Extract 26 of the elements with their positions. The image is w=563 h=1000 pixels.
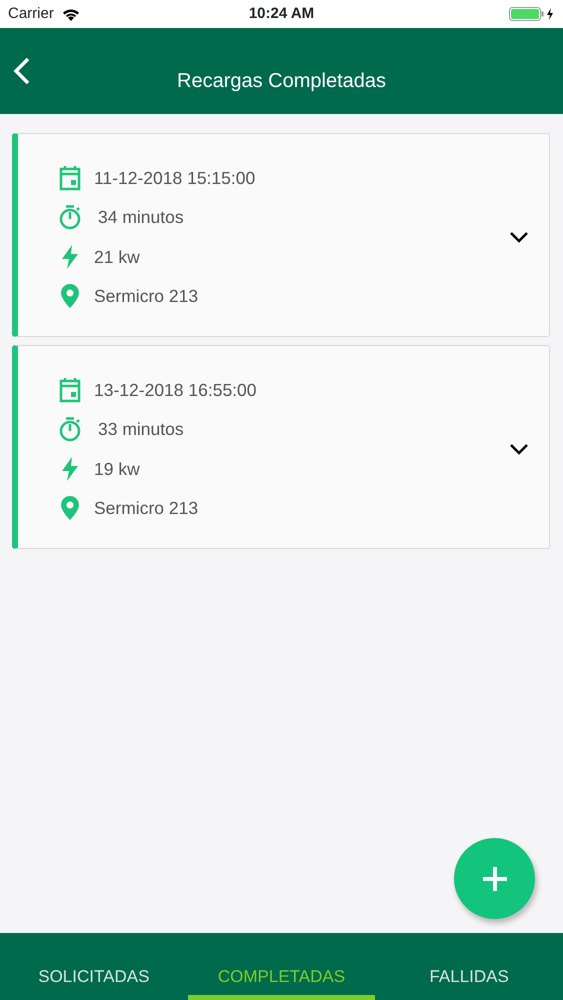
recharge-location: Sermicro 213 xyxy=(94,285,198,308)
wifi-icon xyxy=(62,8,80,20)
calendar-icon xyxy=(58,164,82,191)
recharge-power: 21 kw xyxy=(94,246,140,269)
stopwatch-icon xyxy=(58,204,82,230)
plus-icon xyxy=(480,864,508,892)
recharge-duration: 33 minutos xyxy=(98,418,184,442)
recharge-duration: 34 minutos xyxy=(98,206,184,230)
carrier-name: Carrier xyxy=(8,4,54,24)
recharge-location: Sermicro 213 xyxy=(94,497,198,520)
battery-icon xyxy=(509,7,555,21)
recharge-card[interactable]: 11-12-2018 15:15:00 34 minutos 21 kw Sermicro 213 xyxy=(12,133,550,337)
stopwatch-icon xyxy=(58,416,82,442)
recharge-date: 11-12-2018 15:15:00 xyxy=(94,166,256,190)
recharge-power: 19 kw xyxy=(94,458,140,481)
screen-title: Recargas Completadas xyxy=(177,69,386,94)
tab[interactable]: FALLIDAS xyxy=(375,933,563,1000)
calendar-icon xyxy=(58,376,82,403)
tab[interactable]: COMPLETADAS xyxy=(188,933,376,1000)
tab[interactable]: SOLICITADAS xyxy=(0,933,188,1000)
location-pin-icon xyxy=(58,495,82,522)
status-time: 10:24 AM xyxy=(248,4,314,24)
recharge-card[interactable]: 13-12-2018 16:55:00 33 minutos 19 kw Sermicro 213 xyxy=(12,345,550,549)
location-pin-icon xyxy=(58,283,82,310)
recharge-date: 13-12-2018 16:55:00 xyxy=(94,378,256,402)
back-button[interactable] xyxy=(12,56,32,86)
